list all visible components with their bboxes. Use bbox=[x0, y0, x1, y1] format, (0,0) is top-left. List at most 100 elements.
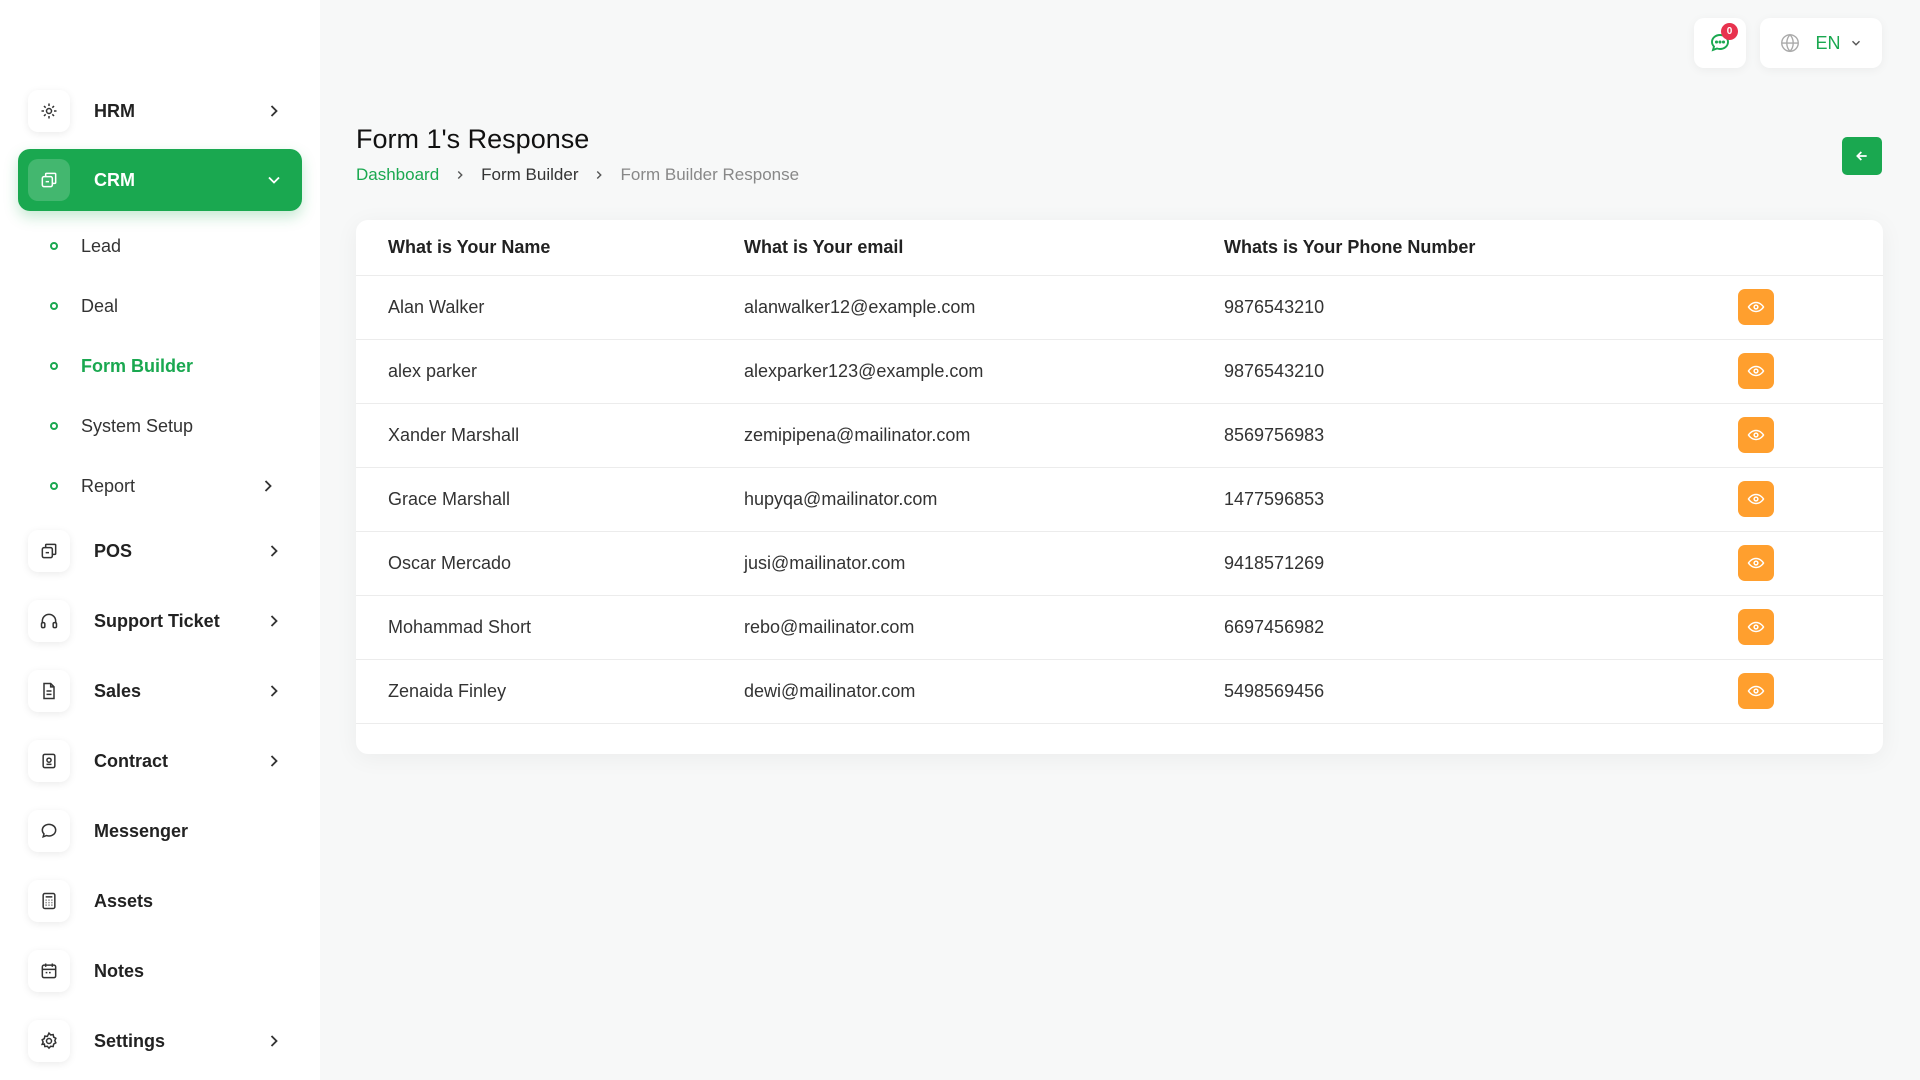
chevron-right-icon bbox=[597, 171, 603, 179]
breadcrumb-current: Form Builder Response bbox=[620, 165, 800, 184]
sidebar-item-label: Support Ticket bbox=[94, 610, 220, 631]
responses-card: What is Your Name What is Your email Wha… bbox=[356, 220, 1883, 754]
page-title: Form 1's Response bbox=[356, 124, 590, 154]
cell-name: Oscar Mercado bbox=[356, 531, 744, 596]
language-selector[interactable]: EN bbox=[1760, 18, 1882, 68]
table-header-row: What is Your Name What is Your email Wha… bbox=[356, 220, 1883, 276]
sidebar-subitem-label: Report bbox=[81, 475, 136, 496]
view-button[interactable] bbox=[1738, 353, 1774, 389]
table-row: Xander Marshall zemipipena@mailinator.co… bbox=[356, 403, 1883, 468]
sidebar-subitem-label: System Setup bbox=[81, 415, 194, 436]
pos-icon bbox=[28, 530, 70, 572]
view-button[interactable] bbox=[1738, 417, 1774, 453]
column-header-name: What is Your Name bbox=[356, 220, 744, 276]
sidebar-subitem-label: Lead bbox=[81, 235, 122, 256]
cell-email: hupyqa@mailinator.com bbox=[744, 467, 1224, 532]
crm-icon bbox=[28, 159, 70, 201]
sidebar-item-crm[interactable]: CRM bbox=[18, 149, 302, 211]
sidebar-item-label: POS bbox=[94, 540, 133, 561]
cell-phone: 6697456982 bbox=[1224, 595, 1738, 660]
cell-name: Xander Marshall bbox=[356, 403, 744, 468]
cell-phone: 1477596853 bbox=[1224, 467, 1738, 532]
globe-icon bbox=[1781, 33, 1800, 53]
sidebar-item-label: HRM bbox=[94, 100, 135, 121]
column-header-phone: Whats is Your Phone Number bbox=[1224, 220, 1738, 276]
cell-phone: 8569756983 bbox=[1224, 403, 1738, 468]
cell-action bbox=[1738, 595, 1883, 660]
calculator-icon bbox=[28, 880, 70, 922]
eye-icon bbox=[1747, 301, 1765, 313]
sidebar-subitem-form-builder[interactable]: Form Builder bbox=[18, 344, 302, 388]
cell-name: Alan Walker bbox=[356, 275, 744, 340]
eye-icon bbox=[1747, 429, 1765, 441]
sidebar-item-label: CRM bbox=[94, 169, 135, 190]
view-button[interactable] bbox=[1738, 673, 1774, 709]
responses-table: What is Your Name What is Your email Wha… bbox=[356, 220, 1883, 724]
column-header-action bbox=[1738, 220, 1883, 276]
sidebar-item-support-ticket[interactable]: Support Ticket bbox=[18, 590, 302, 652]
sidebar-subitem-label: Form Builder bbox=[81, 355, 194, 376]
sidebar-item-contract[interactable]: Contract bbox=[18, 730, 302, 792]
cell-phone: 5498569456 bbox=[1224, 659, 1738, 724]
table-row: Alan Walker alanwalker12@example.com 987… bbox=[356, 275, 1883, 340]
back-button[interactable] bbox=[1842, 137, 1882, 175]
table-row: Mohammad Short rebo@mailinator.com 66974… bbox=[356, 595, 1883, 660]
cell-action bbox=[1738, 531, 1883, 596]
eye-icon bbox=[1747, 557, 1765, 569]
cell-phone: 9876543210 bbox=[1224, 339, 1738, 404]
sidebar: HRM CRM Lead Deal Form Builder System Se… bbox=[0, 0, 320, 1080]
sidebar-subitem-label: Deal bbox=[81, 295, 119, 316]
table-row: Grace Marshall hupyqa@mailinator.com 147… bbox=[356, 467, 1883, 532]
view-button[interactable] bbox=[1738, 481, 1774, 517]
cell-action bbox=[1738, 403, 1883, 468]
sidebar-item-notes[interactable]: Notes bbox=[18, 940, 302, 1002]
chevron-right-icon bbox=[270, 545, 278, 557]
sidebar-item-assets[interactable]: Assets bbox=[18, 870, 302, 932]
sidebar-subitem-system-setup[interactable]: System Setup bbox=[18, 404, 302, 448]
sidebar-subitem-report[interactable]: Report bbox=[18, 464, 302, 508]
breadcrumb-form-builder[interactable]: Form Builder bbox=[481, 165, 578, 185]
breadcrumb-dashboard[interactable]: Dashboard bbox=[356, 165, 439, 185]
cell-email: alexparker123@example.com bbox=[744, 339, 1224, 404]
document-icon bbox=[28, 670, 70, 712]
chevron-right-icon bbox=[270, 755, 278, 767]
calendar-icon bbox=[28, 950, 70, 992]
view-button[interactable] bbox=[1738, 289, 1774, 325]
cell-action bbox=[1738, 659, 1883, 724]
chat-icon bbox=[28, 810, 70, 852]
sidebar-subitem-deal[interactable]: Deal bbox=[18, 284, 302, 328]
eye-icon bbox=[1747, 493, 1765, 505]
chevron-right-icon bbox=[270, 105, 278, 117]
language-label: EN bbox=[1815, 32, 1841, 53]
sidebar-item-label: Sales bbox=[94, 680, 142, 701]
cell-name: Mohammad Short bbox=[356, 595, 744, 660]
bullet-icon bbox=[50, 362, 58, 370]
bullet-icon bbox=[50, 422, 58, 430]
eye-icon bbox=[1747, 685, 1765, 697]
cell-action bbox=[1738, 275, 1883, 340]
chevron-right-icon bbox=[457, 171, 463, 179]
bullet-icon bbox=[50, 242, 58, 250]
sidebar-item-pos[interactable]: POS bbox=[18, 520, 302, 582]
notification-badge: 0 bbox=[1721, 23, 1738, 40]
table-row: alex parker alexparker123@example.com 98… bbox=[356, 339, 1883, 404]
eye-icon bbox=[1747, 365, 1765, 377]
cell-phone: 9418571269 bbox=[1224, 531, 1738, 596]
chevron-right-icon bbox=[270, 1035, 278, 1047]
sidebar-item-sales[interactable]: Sales bbox=[18, 660, 302, 722]
sidebar-item-label: Contract bbox=[94, 750, 169, 771]
view-button[interactable] bbox=[1738, 609, 1774, 645]
column-header-email: What is Your email bbox=[744, 220, 1224, 276]
hrm-icon bbox=[28, 90, 70, 132]
sidebar-item-label: Settings bbox=[94, 1030, 166, 1051]
sidebar-item-settings[interactable]: Settings bbox=[18, 1010, 302, 1072]
sidebar-item-messenger[interactable]: Messenger bbox=[18, 800, 302, 862]
cell-action bbox=[1738, 467, 1883, 532]
table-row: Oscar Mercado jusi@mailinator.com 941857… bbox=[356, 531, 1883, 596]
sidebar-item-hrm[interactable]: HRM bbox=[18, 80, 302, 142]
sidebar-subitem-lead[interactable]: Lead bbox=[18, 224, 302, 268]
chevron-right-icon bbox=[264, 480, 272, 492]
chevron-down-icon bbox=[268, 176, 280, 184]
view-button[interactable] bbox=[1738, 545, 1774, 581]
notification-button[interactable]: 0 bbox=[1694, 18, 1746, 68]
